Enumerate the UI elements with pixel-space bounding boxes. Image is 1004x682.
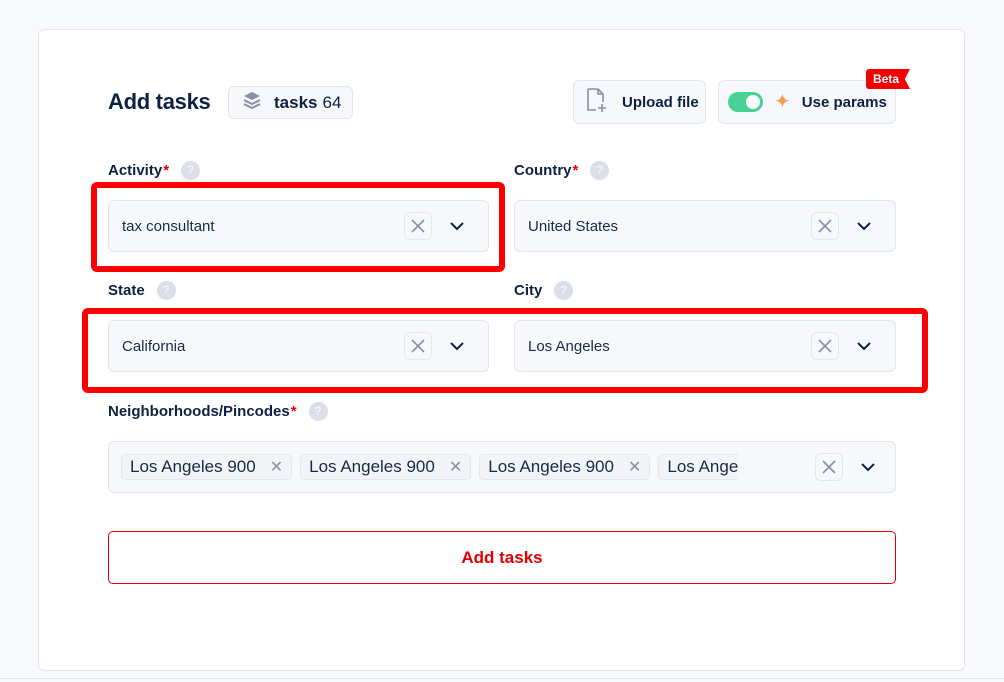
- help-icon[interactable]: ?: [156, 281, 176, 300]
- state-label: State ?: [108, 281, 176, 300]
- upload-file-button[interactable]: Upload file: [573, 80, 706, 124]
- use-params-toggle[interactable]: [728, 92, 763, 112]
- country-value: United States: [528, 217, 619, 235]
- chevron-down-icon[interactable]: [851, 453, 885, 481]
- page-title: Add tasks: [108, 89, 211, 114]
- tasks-count-badge: tasks 64: [228, 86, 353, 119]
- divider: [0, 678, 1004, 679]
- layers-icon: [242, 90, 262, 115]
- tag: Los Angeles 900 ✕: [479, 454, 651, 480]
- tasks-badge-count: 64: [322, 92, 342, 112]
- neighborhoods-multiselect[interactable]: Los Angeles 900 ✕ Los Angeles 900 ✕ Los An…: [108, 441, 896, 493]
- help-icon[interactable]: ?: [590, 161, 610, 180]
- add-tasks-button[interactable]: Add tasks: [108, 531, 896, 584]
- tag: Los Angeles 900 ✕: [121, 454, 293, 480]
- file-plus-icon: [584, 87, 608, 117]
- clear-icon[interactable]: [811, 212, 839, 240]
- tag-list: Los Angeles 900 ✕ Los Angeles 900 ✕ Los An…: [121, 454, 745, 480]
- tag: Los Ange: [658, 454, 739, 480]
- remove-tag-icon[interactable]: ✕: [449, 457, 462, 477]
- city-label: City ?: [514, 281, 574, 300]
- chevron-down-icon[interactable]: [847, 212, 881, 240]
- country-select[interactable]: United States: [514, 200, 896, 252]
- country-label: Country * ?: [514, 161, 610, 180]
- use-params-label: Use params: [801, 93, 887, 111]
- remove-tag-icon[interactable]: ✕: [628, 457, 641, 477]
- activity-label: Activity * ?: [108, 161, 201, 180]
- help-icon[interactable]: ?: [308, 402, 328, 421]
- remove-tag-icon[interactable]: ✕: [270, 457, 283, 477]
- tasks-badge-label: tasks 64: [274, 92, 342, 112]
- help-icon[interactable]: ?: [181, 161, 201, 180]
- help-icon[interactable]: ?: [554, 281, 574, 300]
- sparkle-icon: ✦: [774, 91, 791, 113]
- state-city-highlight: [82, 308, 928, 393]
- upload-file-label: Upload file: [622, 93, 699, 111]
- beta-badge: Beta: [866, 69, 911, 89]
- tag: Los Angeles 900 ✕: [300, 454, 472, 480]
- neighborhoods-label: Neighborhoods/Pincodes * ?: [108, 402, 328, 421]
- activity-highlight: [91, 182, 505, 272]
- clear-icon[interactable]: [815, 453, 843, 481]
